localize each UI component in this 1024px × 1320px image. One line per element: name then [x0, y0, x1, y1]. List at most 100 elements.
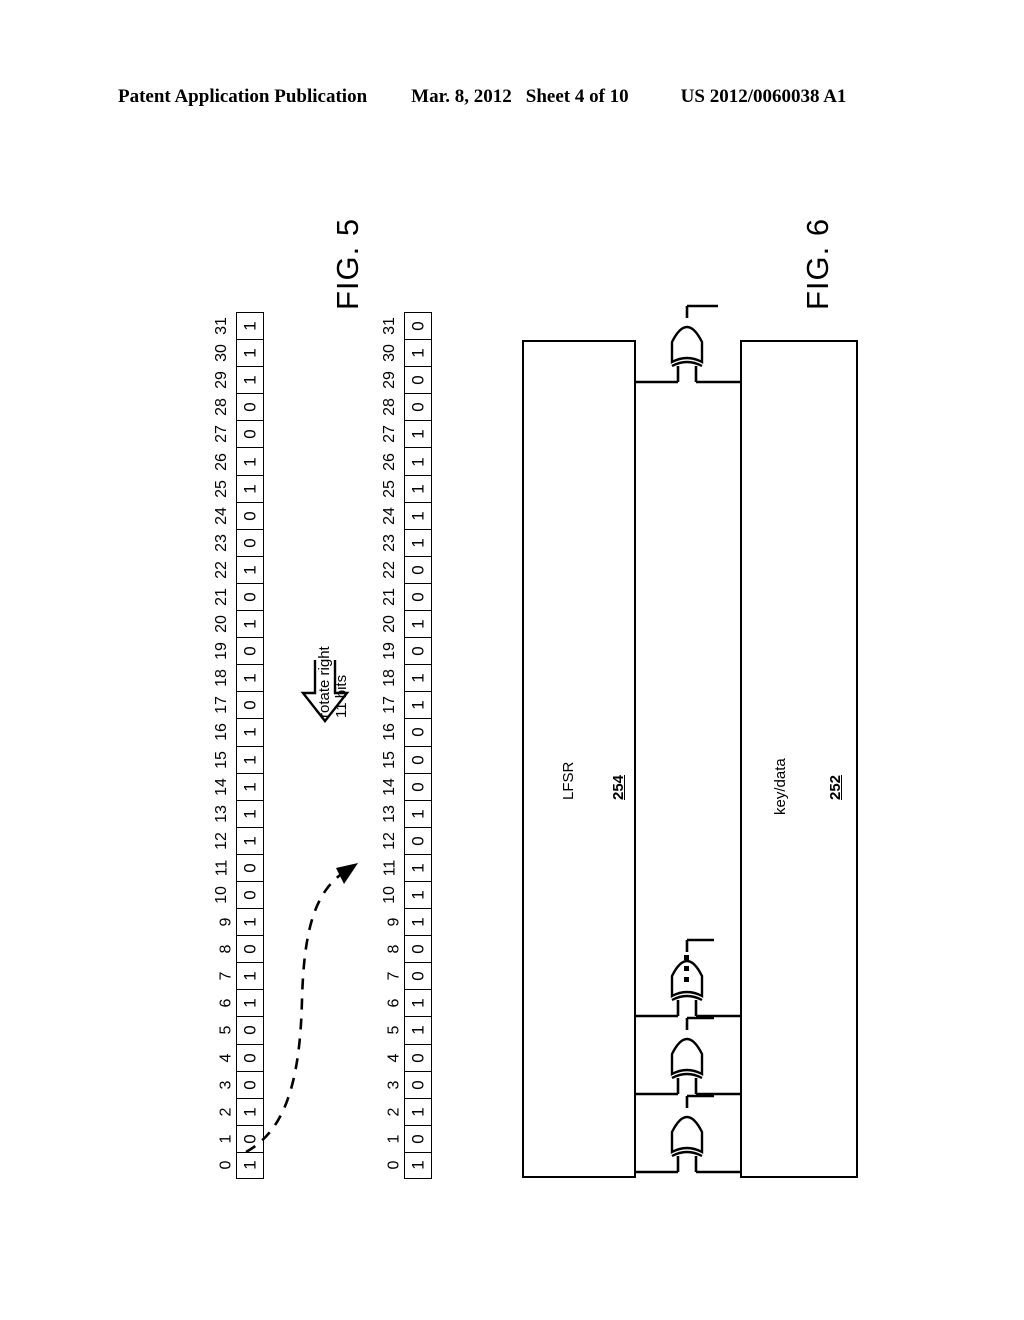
bit-index-label: 1 — [217, 1134, 235, 1144]
bit-cell-after: 30 — [386, 1070, 432, 1098]
bit-index-label: 31 — [381, 317, 399, 335]
bit-cell-before: 23 0 — [213, 528, 264, 556]
bit-cell-after: 30 1 — [381, 339, 432, 367]
bit-value: 1 — [408, 700, 428, 711]
bit-cell-before: 16 1 — [213, 718, 264, 746]
bit-value: 1 — [408, 809, 428, 819]
bit-cell-after: 24 1 — [381, 501, 432, 529]
bit-wrap-dashed-arrow-icon — [245, 863, 358, 1154]
bit-value: 1 — [240, 727, 260, 738]
figure-6-caption: FIG. 6 — [800, 217, 835, 310]
bit-cell-after: 18 1 — [381, 664, 432, 692]
bit-cell-after: 51 — [386, 1016, 432, 1044]
bit-cell-before: 14 1 — [213, 772, 264, 800]
bit-value: 1 — [408, 890, 428, 900]
bit-value: 1 — [408, 510, 428, 521]
rotate-operation-line1: rotate right — [316, 646, 333, 718]
bit-index-label: 28 — [213, 398, 231, 417]
bit-cell-after: 70 — [386, 962, 432, 990]
bit-cell-after: 20 1 — [381, 610, 432, 638]
bit-cell-before: 20 1 — [213, 610, 264, 638]
bit-cell-after: 10 1 — [381, 880, 432, 909]
bit-index-label: 5 — [385, 1026, 403, 1035]
bit-index-label: 27 — [381, 425, 399, 444]
bit-value: 0 — [240, 592, 260, 602]
bit-value: 0 — [408, 727, 428, 738]
bit-index-label: 23 — [381, 533, 399, 552]
bit-index-label: 17 — [381, 696, 399, 715]
bit-index-label: 30 — [381, 344, 399, 363]
bit-index-label: 2 — [217, 1107, 235, 1117]
bit-cell-after: 10 — [386, 1124, 432, 1152]
bit-value: 1 — [240, 619, 260, 629]
bit-value: 0 — [240, 700, 260, 711]
bit-index-label: 27 — [213, 425, 231, 444]
bit-index-label: 16 — [213, 723, 231, 742]
bit-index-label: 26 — [213, 452, 231, 471]
rotate-operation-label: rotate right 11 bits — [316, 646, 350, 718]
bit-cell-after: 29 0 — [381, 366, 432, 394]
bit-value: 1 — [408, 863, 428, 873]
bit-index-label: 21 — [213, 588, 231, 606]
bit-value: 1 — [408, 619, 428, 629]
bit-index-label: 14 — [213, 777, 231, 796]
bit-value: 0 — [408, 321, 428, 331]
bit-value: 0 — [408, 754, 428, 765]
bit-index-label: 12 — [381, 831, 399, 850]
bit-value: 1 — [408, 1107, 428, 1117]
bit-value: 0 — [240, 429, 260, 440]
bit-value: 1 — [240, 809, 260, 819]
bit-index-label: 19 — [381, 642, 399, 661]
bit-value: 0 — [408, 1134, 428, 1144]
bit-index-label: 11 — [381, 859, 399, 877]
bit-cell-before: 25 1 — [213, 474, 264, 502]
bit-index-label: 30 — [213, 344, 231, 363]
bit-value: 0 — [240, 510, 260, 521]
bit-cell-before: 27 0 — [213, 420, 264, 448]
bit-index-label: 15 — [213, 750, 231, 769]
bit-value: 0 — [408, 944, 428, 954]
bit-index-label: 13 — [381, 804, 399, 823]
bit-index-label: 6 — [385, 998, 403, 1008]
bit-index-label: 23 — [213, 533, 231, 552]
bit-value: 1 — [408, 483, 428, 494]
bit-index-label: 18 — [213, 669, 231, 688]
bit-index-label: 18 — [381, 669, 399, 688]
bit-index-label: 10 — [213, 886, 231, 904]
bit-cell-before: 19 0 — [213, 637, 264, 665]
bit-index-label: 4 — [217, 1053, 235, 1063]
bit-cell-before: 17 0 — [213, 691, 264, 719]
bit-cell-after: 11 1 — [382, 853, 432, 881]
rotate-operation-line2: 11 bits — [333, 674, 350, 718]
bit-value: 1 — [240, 1160, 260, 1171]
bit-value: 1 — [408, 917, 428, 927]
sheet-number: Sheet 4 of 10 — [525, 86, 629, 107]
bit-value: 0 — [408, 971, 428, 982]
bit-index-label: 22 — [381, 560, 399, 579]
bit-value: 1 — [240, 375, 260, 385]
xor-gate-3 — [636, 1094, 740, 1174]
bit-cell-after: 27 1 — [381, 420, 432, 448]
bit-cell-before: 31 1 — [213, 312, 264, 340]
bit-cell-after: 01 — [386, 1151, 432, 1179]
bit-index-label: 24 — [213, 506, 231, 525]
bit-index-label: 26 — [381, 452, 399, 471]
bit-index-label: 2 — [385, 1107, 403, 1117]
bit-index-label: 15 — [381, 750, 399, 769]
bit-value: 1 — [408, 429, 428, 440]
figure-6-diagram: LFSR 254 key/data 252 — [500, 300, 880, 1200]
publication-header: Patent Application Publication Mar. 8, 2… — [118, 86, 918, 112]
bit-cell-after: 28 0 — [381, 393, 432, 421]
bit-index-label: 5 — [217, 1026, 235, 1035]
bit-index-label: 7 — [385, 971, 403, 981]
bit-value: 0 — [408, 781, 428, 792]
bit-value: 1 — [240, 456, 260, 467]
bit-index-label: 0 — [385, 1161, 403, 1170]
bit-cell-before: 28 0 — [213, 393, 264, 421]
bit-index-label: 7 — [217, 971, 235, 981]
bit-value: 0 — [408, 1052, 428, 1063]
bit-index-label: 16 — [381, 723, 399, 742]
bit-value: 1 — [240, 754, 260, 765]
bit-array-after-rotation: 31 0 30 1 29 0 28 0 27 1 26 1 25 1 24 1 23 1 22 0 21 0 20 1 19 0 1… — [381, 312, 432, 1179]
bit-index-label: 4 — [385, 1053, 403, 1063]
